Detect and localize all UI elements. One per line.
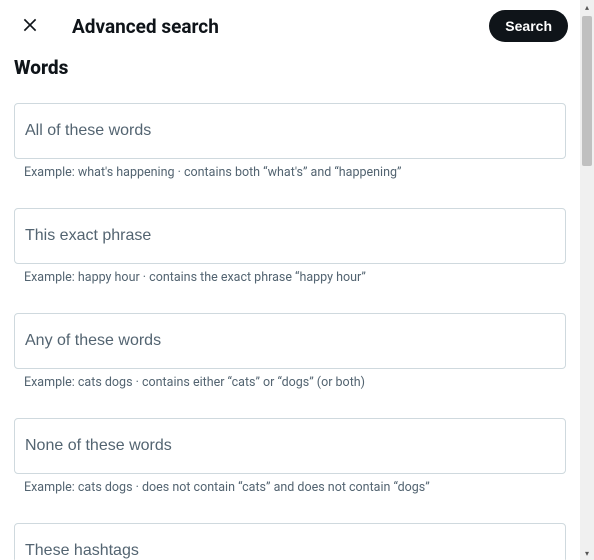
none-words-helper: Example: cats dogs · does not contain “c… xyxy=(14,480,566,495)
scroll-up-arrow-icon[interactable]: ▴ xyxy=(580,0,594,14)
modal-header: Advanced search Search xyxy=(0,0,580,52)
field-exact-phrase: Example: happy hour · contains the exact… xyxy=(14,208,566,285)
field-hashtags: Example: #ThrowbackThursday · contains t… xyxy=(14,523,566,560)
search-button[interactable]: Search xyxy=(489,10,568,42)
field-any-words: Example: cats dogs · contains either “ca… xyxy=(14,313,566,390)
hashtags-input[interactable] xyxy=(25,542,555,560)
scrollbar-thumb[interactable] xyxy=(582,16,592,166)
close-button[interactable] xyxy=(12,8,48,44)
advanced-search-modal: Advanced search Search Words Example: wh… xyxy=(0,0,580,560)
exact-phrase-helper: Example: happy hour · contains the exact… xyxy=(14,270,566,285)
field-none-words: Example: cats dogs · does not contain “c… xyxy=(14,418,566,495)
scroll-down-arrow-icon[interactable]: ▾ xyxy=(580,546,594,560)
field-box-any-words[interactable] xyxy=(14,313,566,369)
field-box-hashtags[interactable] xyxy=(14,523,566,560)
browser-scrollbar[interactable]: ▴ ▾ xyxy=(580,0,594,560)
exact-phrase-input[interactable] xyxy=(25,227,555,245)
section-words-label: Words xyxy=(14,56,566,79)
all-words-input[interactable] xyxy=(25,122,555,140)
any-words-helper: Example: cats dogs · contains either “ca… xyxy=(14,375,566,390)
modal-title: Advanced search xyxy=(72,15,489,38)
field-all-words: Example: what's happening · contains bot… xyxy=(14,103,566,180)
all-words-helper: Example: what's happening · contains bot… xyxy=(14,165,566,180)
none-words-input[interactable] xyxy=(25,437,555,455)
field-box-exact-phrase[interactable] xyxy=(14,208,566,264)
field-box-none-words[interactable] xyxy=(14,418,566,474)
close-icon xyxy=(20,15,40,38)
any-words-input[interactable] xyxy=(25,332,555,350)
modal-content: Words Example: what's happening · contai… xyxy=(0,52,580,560)
field-box-all-words[interactable] xyxy=(14,103,566,159)
